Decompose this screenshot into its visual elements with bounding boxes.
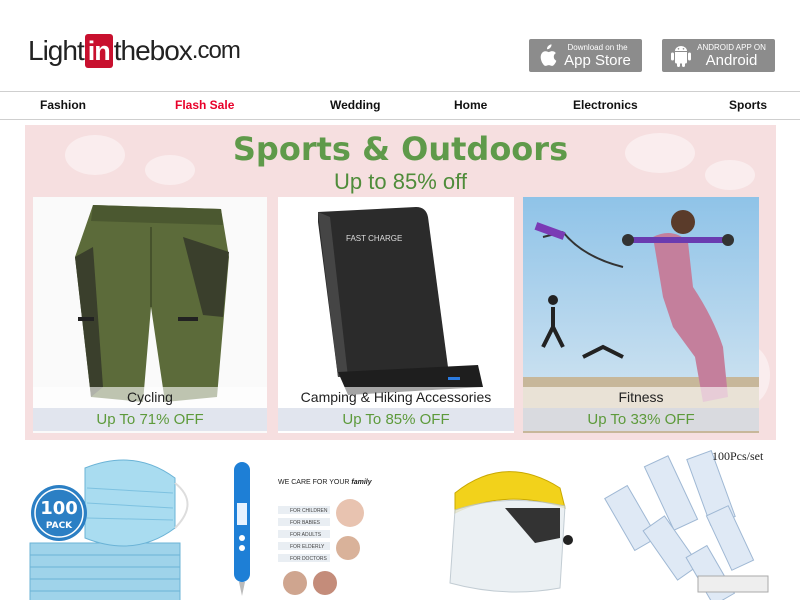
android-text: ANDROID APP ON Android bbox=[692, 43, 775, 69]
thermo-line-2: FOR BABIES bbox=[290, 520, 321, 526]
tile-label-cycling: Cycling bbox=[33, 387, 267, 408]
product-face-shield[interactable] bbox=[410, 448, 590, 600]
product-thermometer[interactable]: WE CARE FOR YOUR family FOR CHILDREN FOR… bbox=[220, 448, 390, 600]
category-tile-fitness[interactable]: Fitness Up To 33% OFF bbox=[523, 197, 759, 433]
nav-home[interactable]: Home bbox=[454, 98, 487, 112]
thermo-line-1: FOR CHILDREN bbox=[290, 508, 328, 514]
svg-text:WE CARE FOR YOUR family: WE CARE FOR YOUR family bbox=[278, 479, 373, 486]
android-main: Android bbox=[705, 51, 758, 69]
site-header: Light in thebox .com Download on the App St… bbox=[0, 0, 800, 90]
mask-badge-word: PACK bbox=[46, 521, 73, 531]
nav-fashion[interactable]: Fashion bbox=[40, 98, 86, 112]
app-store-button[interactable]: Download on the App Store bbox=[529, 39, 642, 72]
site-logo[interactable]: Light in thebox .com bbox=[28, 34, 241, 68]
tile-label-fitness: Fitness bbox=[523, 387, 759, 408]
product-face-masks[interactable]: 100 PACK bbox=[25, 448, 205, 600]
thermometer-covers-image bbox=[598, 448, 778, 600]
tile-label-camping: Camping & Hiking Accessories bbox=[278, 387, 514, 408]
thermometer-image: WE CARE FOR YOUR family FOR CHILDREN FOR… bbox=[220, 448, 390, 600]
main-nav: Fashion Flash Sale Wedding Home Electron… bbox=[0, 91, 800, 120]
nav-sports[interactable]: Sports bbox=[729, 98, 767, 112]
thermo-heading-em: family bbox=[351, 479, 372, 486]
app-store-sub: Download on the bbox=[567, 42, 628, 52]
product-covers-set[interactable] bbox=[598, 448, 778, 600]
mask-badge-number: 100 bbox=[40, 498, 78, 519]
banner-title: Sports & Outdoors bbox=[232, 130, 569, 168]
nav-wedding[interactable]: Wedding bbox=[330, 98, 380, 112]
sports-banner[interactable]: Sports & Outdoors Up to 85% off Cycling … bbox=[25, 125, 776, 440]
thermo-heading: WE CARE FOR YOUR bbox=[278, 479, 349, 486]
logo-text-light: Light bbox=[28, 35, 85, 66]
category-tile-camping[interactable]: FAST CHARGE Camping & Hiking Accessories… bbox=[278, 197, 514, 433]
tile-offer-camping: Up To 85% OFF bbox=[278, 408, 514, 431]
logo-text-thebox: thebox bbox=[113, 35, 193, 66]
app-store-text: Download on the App Store bbox=[557, 43, 642, 69]
banner-subtitle: Up to 85% off bbox=[334, 169, 467, 194]
set-count-label: 100Pcs/set bbox=[712, 449, 764, 463]
thermo-line-5: FOR DOCTORS bbox=[290, 556, 328, 562]
apple-icon bbox=[540, 43, 557, 66]
nav-flash-sale[interactable]: Flash Sale bbox=[175, 98, 234, 112]
nav-electronics[interactable]: Electronics bbox=[573, 98, 638, 112]
app-store-main: App Store bbox=[564, 51, 631, 69]
face-mask-image: 100 PACK bbox=[25, 448, 205, 600]
tile-offer-cycling: Up To 71% OFF bbox=[33, 408, 267, 431]
tile-offer-fitness: Up To 33% OFF bbox=[523, 408, 759, 431]
face-shield-image bbox=[410, 448, 590, 600]
android-icon bbox=[671, 45, 691, 67]
thermo-line-4: FOR ELDERLY bbox=[290, 544, 325, 550]
charger-label: FAST CHARGE bbox=[346, 234, 402, 243]
thermo-line-3: FOR ADULTS bbox=[290, 532, 322, 538]
logo-text-in: in bbox=[84, 34, 113, 68]
category-tile-cycling[interactable]: Cycling Up To 71% OFF bbox=[33, 197, 267, 433]
android-app-button[interactable]: ANDROID APP ON Android bbox=[662, 39, 775, 72]
logo-text-com: .com bbox=[191, 37, 241, 64]
android-sub: ANDROID APP ON bbox=[697, 42, 766, 52]
